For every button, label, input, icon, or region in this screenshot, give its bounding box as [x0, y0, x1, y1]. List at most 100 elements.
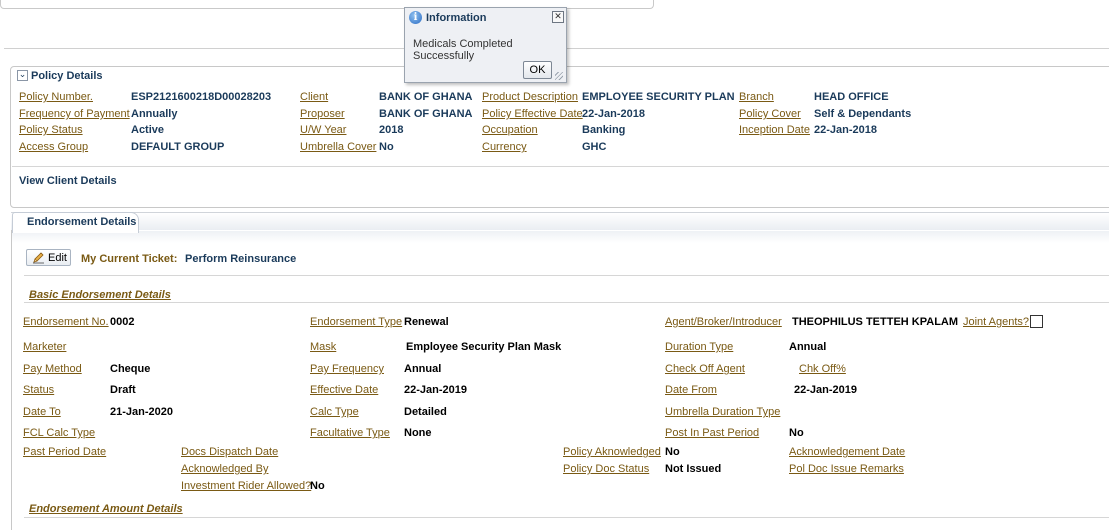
- docs-dispatch-date-label[interactable]: Docs Dispatch Date: [181, 446, 278, 458]
- view-client-details-link[interactable]: View Client Details: [19, 175, 117, 187]
- client-value: BANK OF GHANA: [379, 91, 473, 103]
- post-in-past-period-label[interactable]: Post In Past Period: [665, 427, 759, 439]
- ticket-value: Perform Reinsurance: [185, 253, 297, 265]
- pay-frequency-label[interactable]: Pay Frequency: [310, 363, 384, 375]
- pencil-icon: [33, 251, 44, 263]
- policy-cover-label[interactable]: Policy Cover: [739, 108, 801, 120]
- mask-value: Employee Security Plan Mask: [406, 341, 562, 353]
- endorsement-amount-title: Endorsement Amount Details: [29, 503, 183, 515]
- proposer-value: BANK OF GHANA: [379, 108, 473, 120]
- pol-doc-issue-remarks-label[interactable]: Pol Doc Issue Remarks: [789, 463, 904, 475]
- basic-endorsement-title: Basic Endorsement Details: [29, 289, 171, 301]
- investment-rider-value: No: [310, 480, 325, 492]
- dialog-message: Medicals Completed Successfully: [413, 38, 513, 62]
- umbrella-cover-label[interactable]: Umbrella Cover: [300, 141, 376, 153]
- chk-off-pct-label[interactable]: Chk Off%: [799, 363, 846, 375]
- date-from-value: 22-Jan-2019: [794, 384, 857, 396]
- occupation-value: Banking: [582, 124, 626, 136]
- policy-number-label[interactable]: Policy Number.: [19, 91, 93, 103]
- policy-details-title: Policy Details: [31, 70, 103, 82]
- uw-year-value: 2018: [379, 124, 404, 136]
- ticket-label: My Current Ticket:: [81, 253, 178, 265]
- policy-effective-date-value: 22-Jan-2018: [582, 108, 645, 120]
- policy-cover-value: Self & Dependants: [814, 108, 912, 120]
- branch-value: HEAD OFFICE: [814, 91, 889, 103]
- tab-strip-shade: [12, 231, 1109, 243]
- duration-type-label[interactable]: Duration Type: [665, 341, 733, 353]
- acknowledgement-date-label[interactable]: Acknowledgement Date: [789, 446, 905, 458]
- effective-date-value: 22-Jan-2019: [404, 384, 467, 396]
- product-description-value: EMPLOYEE SECURITY PLAN: [582, 91, 735, 103]
- calc-type-value: Detailed: [404, 406, 447, 418]
- toolbar-divider: [24, 275, 1109, 276]
- collapse-toggle-icon[interactable]: ⌄: [17, 70, 28, 81]
- inception-date-value: 22-Jan-2018: [814, 124, 877, 136]
- facultative-type-value: None: [404, 427, 432, 439]
- information-dialog: i Information ✕ Medicals Completed Succe…: [404, 7, 567, 83]
- amount-section-divider: [24, 517, 1109, 518]
- pay-method-label[interactable]: Pay Method: [23, 363, 82, 375]
- uw-year-label[interactable]: U/W Year: [300, 124, 346, 136]
- joint-agents-label[interactable]: Joint Agents?: [963, 316, 1029, 328]
- frequency-of-payment-label[interactable]: Frequency of Payment: [19, 108, 130, 120]
- pay-frequency-value: Annual: [404, 363, 442, 375]
- policy-number-value: ESP2121600218D00028203: [131, 91, 272, 103]
- mask-label[interactable]: Mask: [310, 341, 336, 353]
- fcl-calc-type-label[interactable]: FCL Calc Type: [23, 427, 95, 439]
- investment-rider-label[interactable]: Investment Rider Allowed?: [181, 480, 311, 492]
- dialog-title: Information: [426, 12, 487, 24]
- joint-agents-checkbox[interactable]: [1030, 315, 1043, 328]
- policy-doc-status-label[interactable]: Policy Doc Status: [563, 463, 649, 475]
- occupation-label[interactable]: Occupation: [482, 124, 538, 136]
- check-off-agent-label[interactable]: Check Off Agent: [665, 363, 745, 375]
- access-group-label[interactable]: Access Group: [19, 141, 88, 153]
- policy-aknowledged-value: No: [665, 446, 680, 458]
- agent-label[interactable]: Agent/Broker/Introducer: [665, 316, 782, 328]
- endorsement-no-value: 0002: [110, 316, 135, 328]
- status-label[interactable]: Status: [23, 384, 54, 396]
- proposer-label[interactable]: Proposer: [300, 108, 345, 120]
- policy-aknowledged-label[interactable]: Policy Aknowledged: [563, 446, 661, 458]
- info-icon: i: [409, 11, 422, 24]
- pay-method-value: Cheque: [110, 363, 151, 375]
- duration-type-value: Annual: [789, 341, 827, 353]
- currency-label[interactable]: Currency: [482, 141, 527, 153]
- branch-label[interactable]: Branch: [739, 91, 774, 103]
- endorsement-type-value: Renewal: [404, 316, 449, 328]
- client-label[interactable]: Client: [300, 91, 328, 103]
- inception-date-label[interactable]: Inception Date: [739, 124, 810, 136]
- edit-button[interactable]: Edit: [26, 249, 71, 266]
- post-in-past-period-value: No: [789, 427, 804, 439]
- basic-section-divider: [24, 302, 1109, 303]
- umbrella-cover-value: No: [379, 141, 394, 153]
- date-from-label[interactable]: Date From: [665, 384, 717, 396]
- acknowledged-by-label[interactable]: Acknowledged By: [181, 463, 268, 475]
- endorsement-no-label[interactable]: Endorsement No.: [23, 316, 109, 328]
- umbrella-duration-type-label[interactable]: Umbrella Duration Type: [665, 406, 780, 418]
- policy-doc-status-value: Not Issued: [665, 463, 722, 475]
- frequency-of-payment-value: Annually: [131, 108, 178, 120]
- past-period-date-label[interactable]: Past Period Date: [23, 446, 106, 458]
- effective-date-label[interactable]: Effective Date: [310, 384, 378, 396]
- access-group-value: DEFAULT GROUP: [131, 141, 225, 153]
- date-to-label[interactable]: Date To: [23, 406, 61, 418]
- calc-type-label[interactable]: Calc Type: [310, 406, 359, 418]
- resize-grip-icon[interactable]: [555, 72, 563, 80]
- policy-status-value: Active: [131, 124, 165, 136]
- policy-divider: [12, 166, 1109, 167]
- policy-details-panel: [10, 66, 1109, 208]
- edit-button-label: Edit: [48, 251, 67, 264]
- ok-button[interactable]: OK: [523, 61, 552, 79]
- date-to-value: 21-Jan-2020: [110, 406, 173, 418]
- policy-status-label[interactable]: Policy Status: [19, 124, 83, 136]
- currency-value: GHC: [582, 141, 607, 153]
- marketer-label[interactable]: Marketer: [23, 341, 66, 353]
- close-icon[interactable]: ✕: [552, 11, 564, 23]
- tab-endorsement-details-label: Endorsement Details: [27, 216, 137, 228]
- facultative-type-label[interactable]: Facultative Type: [310, 427, 390, 439]
- agent-value: THEOPHILUS TETTEH KPALAM: [792, 316, 959, 328]
- policy-effective-date-label[interactable]: Policy Effective Date: [482, 108, 583, 120]
- product-description-label[interactable]: Product Description: [482, 91, 578, 103]
- status-value: Draft: [110, 384, 136, 396]
- endorsement-type-label[interactable]: Endorsement Type: [310, 316, 402, 328]
